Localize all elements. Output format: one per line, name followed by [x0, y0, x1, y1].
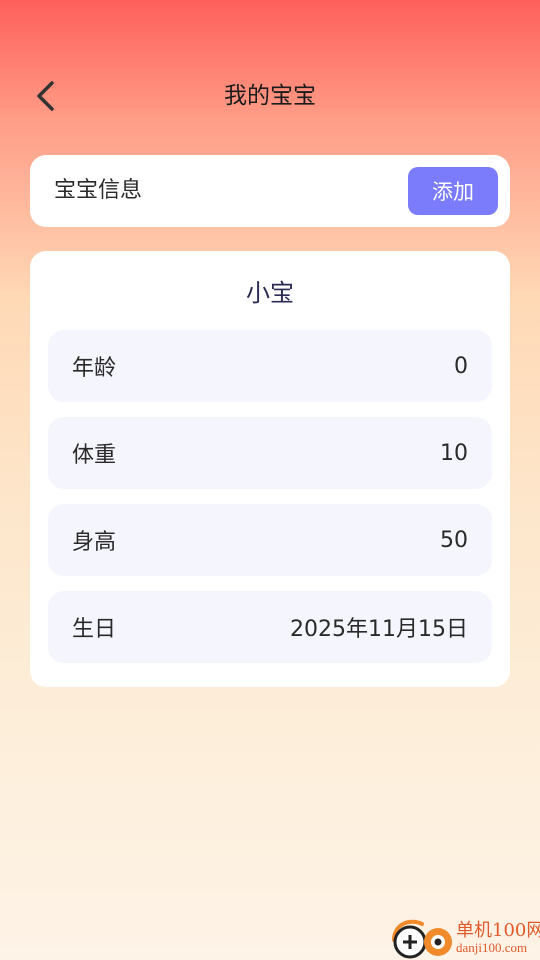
baby-detail-card: 小宝 年龄 0 体重 10 身高 50 生日 2025年11月15日 [30, 251, 510, 687]
age-value: 0 [454, 353, 468, 379]
height-value: 50 [440, 527, 468, 553]
height-label: 身高 [72, 530, 117, 555]
age-label: 年龄 [72, 356, 117, 381]
baby-info-label: 宝宝信息 [54, 178, 143, 203]
age-row: 年龄 0 [48, 330, 492, 402]
weight-value: 10 [440, 440, 468, 466]
page-title: 我的宝宝 [224, 83, 316, 109]
watermark-url: danji100.com [456, 940, 528, 955]
birthday-value: 2025年11月15日 [290, 617, 468, 642]
height-row: 身高 50 [48, 504, 492, 576]
baby-name: 小宝 [246, 279, 294, 307]
birthday-row: 生日 2025年11月15日 [48, 591, 492, 663]
birthday-label: 生日 [72, 617, 117, 642]
baby-info-card: 宝宝信息 添加 [30, 155, 510, 227]
baby-detail-list: 年龄 0 体重 10 身高 50 生日 2025年11月15日 [48, 330, 492, 678]
weight-label: 体重 [72, 443, 117, 468]
add-baby-button[interactable]: 添加 [408, 167, 498, 215]
watermark-name: 单机100网 [456, 920, 540, 941]
watermark-logo-icon [392, 919, 452, 959]
header: 我的宝宝 [0, 60, 540, 132]
weight-row: 体重 10 [48, 417, 492, 489]
watermark: 单机100网 danji100.com [388, 914, 540, 960]
